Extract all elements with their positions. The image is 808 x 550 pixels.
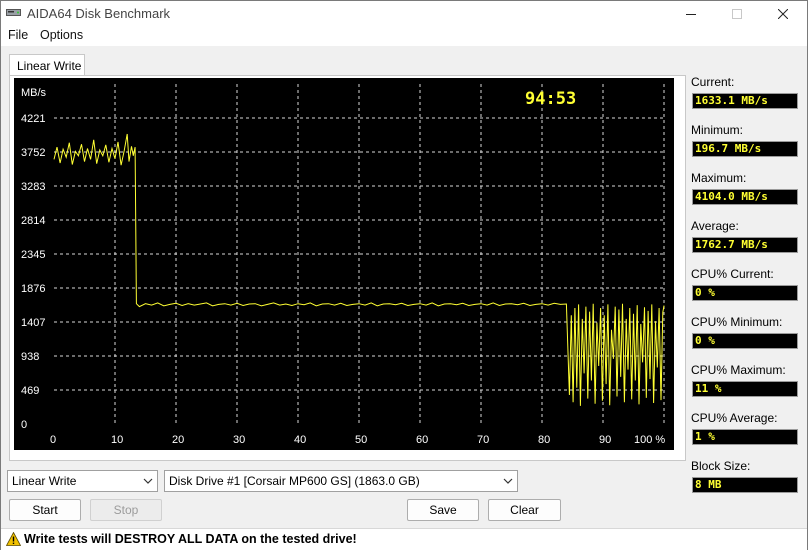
- close-icon: [778, 8, 788, 19]
- window-title: AIDA64 Disk Benchmark: [27, 6, 171, 21]
- x-tick-label: 50: [355, 434, 367, 446]
- chart-background: [14, 78, 674, 450]
- clear-button[interactable]: Clear: [488, 499, 561, 521]
- warning-text: Write tests will DESTROY ALL DATA on the…: [24, 532, 357, 546]
- y-tick-label: 3283: [21, 181, 45, 193]
- stat-label: CPU% Minimum:: [691, 315, 783, 329]
- maximize-button: [714, 1, 760, 26]
- stat-label: Maximum:: [691, 171, 747, 185]
- stat-value: 1762.7 MB/s: [692, 237, 798, 253]
- test-select-value: Linear Write: [12, 474, 77, 488]
- stat-value: 0 %: [692, 285, 798, 301]
- chevron-down-icon: [503, 478, 513, 484]
- save-button[interactable]: Save: [407, 499, 479, 521]
- stat-value: 1 %: [692, 429, 798, 445]
- stat-label: Current:: [691, 75, 735, 89]
- tab-linear-write[interactable]: Linear Write: [9, 54, 85, 76]
- start-button[interactable]: Start: [9, 499, 81, 521]
- y-tick-label: 2814: [21, 215, 45, 227]
- warning-bar: Write tests will DESTROY ALL DATA on the…: [1, 528, 807, 550]
- stat-value: 4104.0 MB/s: [692, 189, 798, 205]
- warning-icon: [6, 532, 21, 546]
- x-tick-label: 80: [538, 434, 550, 446]
- minimize-icon: [686, 13, 696, 15]
- y-tick-label: 3752: [21, 147, 45, 159]
- menu-options[interactable]: Options: [40, 28, 83, 42]
- menu-file[interactable]: File: [8, 28, 28, 42]
- y-tick-label: 938: [21, 351, 39, 363]
- y-tick-label: 469: [21, 385, 39, 397]
- y-tick-label: 1876: [21, 283, 45, 295]
- x-tick-label: 40: [294, 434, 306, 446]
- x-tick-label: 90: [599, 434, 611, 446]
- stat-label: CPU% Average:: [691, 411, 778, 425]
- y-tick-label: 0: [21, 419, 27, 431]
- y-tick-label: 1407: [21, 317, 45, 329]
- stat-label: Average:: [691, 219, 739, 233]
- x-tick-label: 30: [233, 434, 245, 446]
- y-axis-label: MB/s: [21, 87, 47, 99]
- stat-value: 8 MB: [692, 477, 798, 493]
- stat-label: Block Size:: [691, 459, 751, 473]
- minimize-button[interactable]: [668, 1, 714, 26]
- title-bar[interactable]: AIDA64 Disk Benchmark: [1, 1, 807, 26]
- drive-select-value: Disk Drive #1 [Corsair MP600 GS] (1863.0…: [169, 474, 420, 488]
- elapsed-timer: 94:53: [525, 89, 576, 109]
- disk-drive-icon: [6, 9, 21, 16]
- stop-button: Stop: [90, 499, 162, 521]
- stat-value: 1633.1 MB/s: [692, 93, 798, 109]
- x-tick-label: 70: [477, 434, 489, 446]
- stat-value: 0 %: [692, 333, 798, 349]
- y-tick-label: 2345: [21, 249, 45, 261]
- close-button[interactable]: [760, 1, 806, 26]
- stat-value: 11 %: [692, 381, 798, 397]
- menu-bar: File Options: [1, 26, 807, 46]
- stat-label: CPU% Maximum:: [691, 363, 786, 377]
- drive-select[interactable]: Disk Drive #1 [Corsair MP600 GS] (1863.0…: [164, 470, 518, 492]
- chevron-down-icon: [143, 478, 153, 484]
- stat-value: 196.7 MB/s: [692, 141, 798, 157]
- tab-label: Linear Write: [17, 59, 82, 73]
- stat-label: Minimum:: [691, 123, 744, 137]
- maximize-icon: [732, 8, 742, 19]
- benchmark-chart: 0 469 938 1407 1876 2345 2814 3283 3752 4221 0 10 2…: [14, 78, 674, 450]
- x-tick-label: 0: [50, 434, 56, 446]
- x-tick-label: 20: [172, 434, 184, 446]
- x-tick-label: 100 %: [634, 434, 665, 446]
- x-tick-label: 60: [416, 434, 428, 446]
- stat-label: CPU% Current:: [691, 267, 774, 281]
- test-select[interactable]: Linear Write: [7, 470, 158, 492]
- x-tick-label: 10: [111, 434, 123, 446]
- y-tick-label: 4221: [21, 113, 45, 125]
